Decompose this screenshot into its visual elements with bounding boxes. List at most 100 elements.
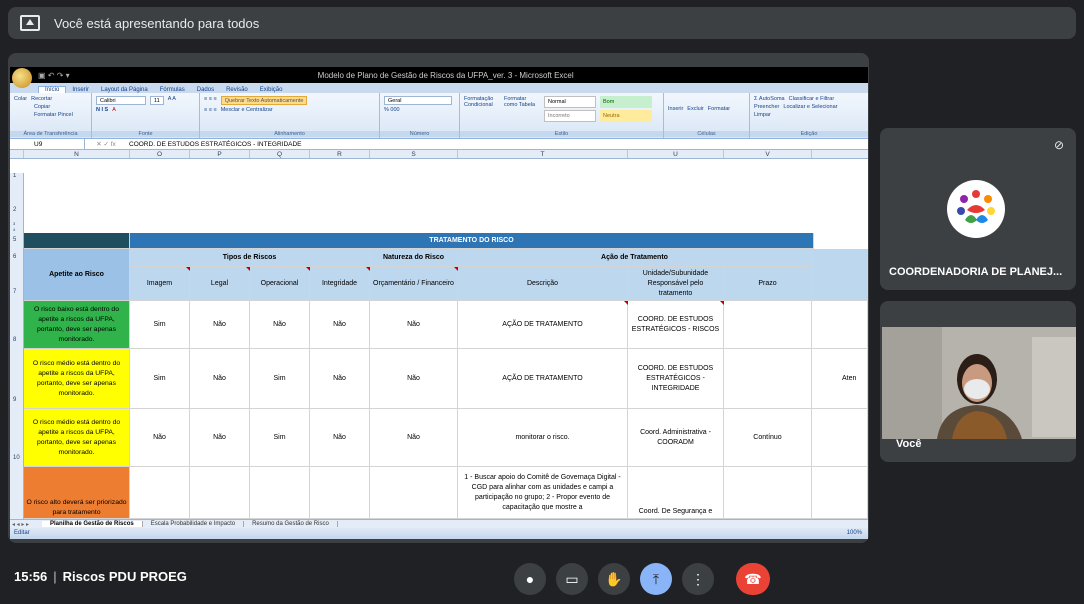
mic-button[interactable]: ● — [514, 563, 546, 595]
table-cell[interactable]: Sim — [130, 349, 190, 409]
extra-cell[interactable] — [812, 301, 868, 349]
col-imagem[interactable]: Imagem — [130, 267, 190, 301]
prazo-cell[interactable] — [724, 349, 812, 409]
table-cell[interactable]: Não — [370, 301, 458, 349]
table-cell[interactable]: Não — [190, 349, 250, 409]
fill-button[interactable]: Preencher — [754, 104, 779, 110]
present-button[interactable]: ⤒ — [640, 563, 672, 595]
table-cell[interactable]: Não — [310, 301, 370, 349]
style-normal[interactable]: Normal — [544, 96, 596, 108]
tipos-header[interactable]: Tipos de Riscos — [130, 249, 370, 267]
paste-button[interactable]: Colar — [14, 96, 27, 102]
clear-button[interactable]: Limpar — [754, 112, 771, 118]
sheet-tab-gestao[interactable]: Planilha de Gestão de Riscos — [42, 521, 143, 527]
merge-center-button[interactable]: Mesclar e Centralizar — [221, 107, 273, 113]
end-call-button[interactable]: ☎ — [736, 563, 770, 595]
apetite-cell[interactable]: O risco médio está dentro do apetite a r… — [24, 349, 130, 409]
fx-buttons[interactable]: ✕ ✓ fx — [85, 140, 127, 148]
prazo-cell[interactable] — [724, 467, 812, 519]
col-header-v[interactable]: V — [724, 150, 812, 158]
apetite-cell[interactable]: O risco médio está dentro do apetite a r… — [24, 409, 130, 467]
font-name-select[interactable]: Calibri — [96, 96, 146, 105]
row-header[interactable]: 8 — [10, 301, 24, 349]
descricao-cell[interactable]: AÇÃO DE TRATAMENTO — [458, 301, 628, 349]
formula-content[interactable]: COORD. DE ESTUDOS ESTRATÉGICOS - INTEGRI… — [127, 141, 302, 148]
col-header-s[interactable]: S — [370, 150, 458, 158]
format-cells-button[interactable]: Formatar — [708, 106, 730, 112]
unidade-cell[interactable]: COORD. DE ESTUDOS ESTRATÉGICOS - RISCOS — [628, 301, 724, 349]
table-cell[interactable]: Não — [370, 349, 458, 409]
col-prazo[interactable]: Prazo — [724, 267, 812, 301]
table-cell[interactable] — [190, 467, 250, 519]
row-header[interactable]: 5 — [10, 233, 24, 249]
table-cell[interactable] — [310, 467, 370, 519]
conditional-format-button[interactable]: Formatação Condicional — [464, 96, 500, 124]
table-cell[interactable] — [370, 467, 458, 519]
row-header[interactable]: 7 — [10, 267, 24, 301]
wrap-text-button[interactable]: Quebrar Texto Automaticamente — [220, 96, 308, 105]
descricao-cell[interactable]: AÇÃO DE TRATAMENTO — [458, 349, 628, 409]
spreadsheet-grid[interactable]: 1 2 3 4 5 6 7 8 9 10 TRATAMENTO DO RISCO… — [10, 173, 868, 519]
quick-access-toolbar[interactable]: ▣ ↶ ↷ ▾ — [38, 71, 70, 80]
row-header[interactable]: 1 — [10, 173, 24, 185]
col-operacional[interactable]: Operacional — [250, 267, 310, 301]
row-header[interactable]: 6 — [10, 249, 24, 267]
col-orcamentario[interactable]: Orçamentário / Financeiro — [370, 267, 458, 301]
empty-header-cell[interactable] — [812, 249, 868, 301]
sheet-nav-arrows[interactable]: ◂ ◂ ▸ ▸ — [10, 521, 42, 528]
more-options-button[interactable]: ⋮ — [682, 563, 714, 595]
col-integridade[interactable]: Integridade — [310, 267, 370, 301]
format-table-button[interactable]: Formatar como Tabela — [504, 96, 540, 124]
sort-filter-button[interactable]: Classificar e Filtrar — [789, 96, 835, 102]
office-button-icon[interactable] — [12, 68, 32, 88]
table-cell[interactable]: Não — [190, 301, 250, 349]
sheet-tab-resumo[interactable]: Resumo da Gestão de Risco — [244, 521, 338, 527]
zoom-level[interactable]: 100% — [847, 528, 862, 539]
table-cell[interactable]: Sim — [250, 409, 310, 467]
col-legal[interactable]: Legal — [190, 267, 250, 301]
row-header[interactable]: 2 — [10, 185, 24, 221]
style-incorreto[interactable]: Incorreto — [544, 110, 596, 122]
prazo-cell[interactable]: Contínuo — [724, 409, 812, 467]
align-icons-2[interactable]: ≡ ≡ ≡ — [204, 107, 217, 113]
col-unidade[interactable]: Unidade/Subunidade Responsável pelo trat… — [628, 267, 724, 301]
style-bom[interactable]: Bom — [600, 96, 652, 108]
font-color-icon[interactable]: A — [112, 107, 116, 113]
sheet-tab-escala[interactable]: Escala Probabilidade e Impacto — [143, 521, 245, 527]
prazo-cell[interactable] — [724, 301, 812, 349]
name-box[interactable]: U9 — [10, 138, 85, 150]
col-header-n[interactable]: N — [24, 150, 130, 158]
style-neutra[interactable]: Neutra — [600, 110, 652, 122]
camera-button[interactable]: ▭ — [556, 563, 588, 595]
acao-header[interactable]: Ação de Tratamento — [458, 249, 812, 267]
descricao-cell[interactable]: monitorar o risco. — [458, 409, 628, 467]
font-grow-icon[interactable]: A A — [168, 96, 176, 105]
col-header-u[interactable]: U — [628, 150, 724, 158]
number-format-select[interactable]: Geral — [384, 96, 452, 105]
apetite-cell[interactable]: O risco baixo está dentro do apetite a r… — [24, 301, 130, 349]
cut-button[interactable]: Recortar — [31, 96, 52, 102]
table-cell[interactable]: Não — [310, 349, 370, 409]
extra-cell[interactable] — [812, 409, 868, 467]
copy-button[interactable]: Copiar — [34, 104, 50, 110]
raise-hand-button[interactable]: ✋ — [598, 563, 630, 595]
font-size-select[interactable]: 11 — [150, 96, 164, 105]
apetite-cell[interactable]: O risco alto deverá ser priorizado para … — [24, 467, 130, 519]
participant-tile-coordenadoria[interactable]: ⊘ COORDENADORIA DE PLANEJ... — [880, 128, 1076, 290]
header-dark-cell[interactable] — [24, 233, 130, 249]
tab-inicio[interactable]: Início — [38, 86, 67, 93]
col-header-o[interactable]: O — [130, 150, 190, 158]
col-header-q[interactable]: Q — [250, 150, 310, 158]
participant-tile-self[interactable]: Você — [880, 301, 1076, 462]
table-cell[interactable]: Não — [190, 409, 250, 467]
unidade-cell[interactable]: Coord. De Segurança e — [628, 467, 724, 519]
col-header-p[interactable]: P — [190, 150, 250, 158]
table-cell[interactable]: Sim — [250, 349, 310, 409]
table-cell[interactable]: Sim — [130, 301, 190, 349]
col-header-w[interactable] — [812, 150, 868, 158]
table-cell[interactable]: Não — [310, 409, 370, 467]
find-select-button[interactable]: Localizar e Selecionar — [783, 104, 837, 110]
apetite-header[interactable]: Apetite ao Risco — [24, 249, 130, 301]
format-painter-button[interactable]: Formatar Pincel — [34, 112, 73, 118]
row-header[interactable]: 9 — [10, 349, 24, 409]
